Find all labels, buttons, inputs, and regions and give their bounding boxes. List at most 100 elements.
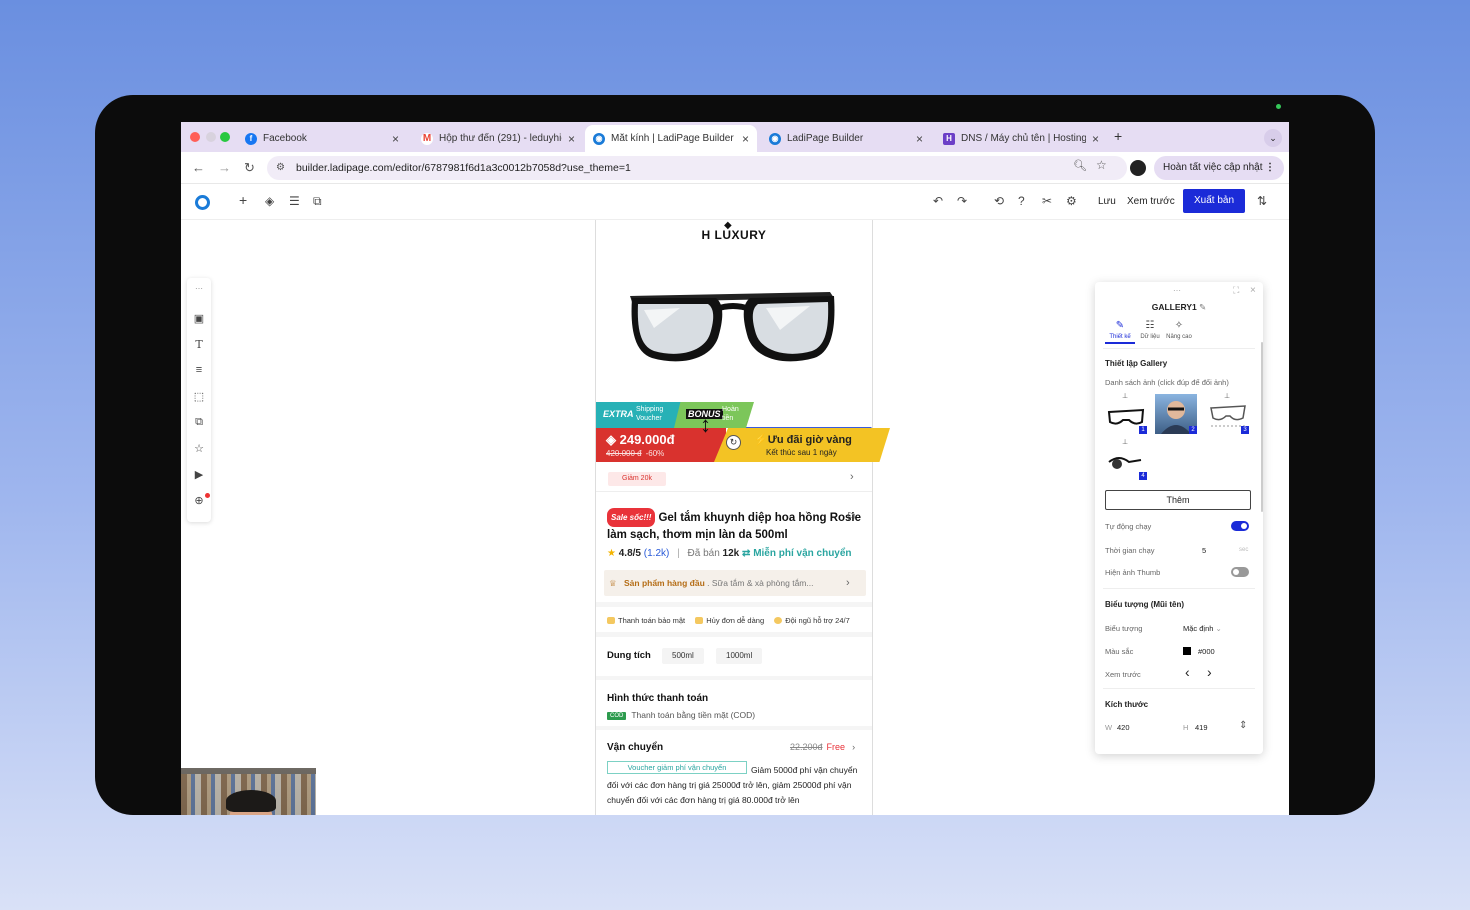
update-button[interactable]: Hoàn tất việc cập nhật ⋮	[1154, 156, 1284, 180]
extra-label: EXTRA	[603, 409, 634, 419]
height-input[interactable]: 419	[1195, 723, 1208, 732]
tab-title: Hộp thư đến (291) - leduyhie	[439, 133, 562, 144]
publish-button[interactable]: Xuất bản	[1183, 189, 1245, 213]
image-list-hint: Danh sách ảnh (click đúp để đổi ảnh)	[1105, 378, 1229, 387]
gallery-thumb[interactable]: 2	[1155, 394, 1197, 434]
close-tab-icon[interactable]: ×	[392, 132, 399, 146]
properties-panel: ⋯ ⛶ × GALLERY1 ✎ ✎ Thiết kế ☷ Dữ liệu ✧ Nân…	[1095, 282, 1263, 754]
size-section-title: Kích thước	[1105, 700, 1149, 709]
preview-button[interactable]: Xem trước	[1127, 196, 1175, 207]
bonus-sub: Hoàn tiền	[722, 406, 739, 422]
voucher-row[interactable]: Giảm 20k ›	[596, 466, 872, 492]
support-icon	[774, 617, 783, 624]
voucher-chip[interactable]: Giảm 20k	[608, 472, 666, 486]
history-icon[interactable]: ⟲	[994, 194, 1004, 208]
icon-select[interactable]: Mặc định ⌄	[1183, 624, 1222, 633]
tab-advanced[interactable]: ✧ Nâng cao	[1164, 320, 1194, 340]
undo-icon[interactable]: ↶	[933, 194, 943, 208]
close-icon[interactable]: ×	[1250, 285, 1256, 296]
drag-handle-icon[interactable]: ⋯	[1173, 286, 1181, 295]
help-icon[interactable]: ?	[1018, 194, 1025, 208]
layers-icon[interactable]: ◈	[265, 194, 274, 208]
volume-option[interactable]: 500ml	[662, 648, 704, 664]
forward-icon[interactable]: →	[218, 160, 231, 175]
drag-handle-icon[interactable]: ⋯	[187, 284, 211, 293]
thumb-toggle[interactable]	[1231, 567, 1249, 577]
tab-design[interactable]: ✎ Thiết kế	[1105, 320, 1135, 344]
tab-dns[interactable]: H DNS / Máy chủ tên | Hosting ×	[935, 125, 1107, 152]
profile-avatar[interactable]	[1130, 160, 1146, 176]
chevron-right-icon: ›	[850, 471, 854, 483]
settings-icon[interactable]: ⚙	[1066, 194, 1077, 208]
minimize-window-button[interactable]	[206, 132, 216, 142]
tab-search-icon[interactable]: ⌄	[1264, 129, 1282, 147]
volume-option[interactable]: 1000ml	[716, 648, 763, 664]
text-icon[interactable]: T	[187, 338, 211, 351]
price: ◈ 249.000đ	[606, 432, 675, 447]
gallery-thumb[interactable]: ⊥ 3	[1207, 393, 1249, 434]
expand-icon[interactable]: ⛶	[1233, 285, 1239, 296]
duration-input[interactable]: 5	[1202, 546, 1206, 555]
bookmark-star-icon[interactable]: ☆	[1096, 158, 1107, 172]
star-icon[interactable]: ☆	[187, 442, 211, 455]
tab-ladipage-editor[interactable]: ◉ Mắt kính | LadiPage Builder ×	[585, 125, 757, 152]
tab-facebook[interactable]: f Facebook ×	[237, 125, 407, 152]
close-tab-icon[interactable]: ×	[568, 132, 575, 146]
maximize-window-button[interactable]	[220, 132, 230, 142]
edit-icon[interactable]: ✎	[1199, 302, 1206, 312]
element-sidebar: ⋯ ▣ T ≡ ⬚ ⧉ ☆ ▶ ⊕	[187, 278, 211, 522]
back-icon[interactable]: ←	[192, 160, 205, 175]
tab-gmail[interactable]: M Hộp thư đến (291) - leduyhie ×	[413, 125, 583, 152]
video-icon[interactable]: ▶	[187, 468, 211, 481]
cancel-order-icon	[695, 617, 704, 624]
image-icon[interactable]: ▣	[187, 312, 211, 325]
close-tab-icon[interactable]: ×	[916, 132, 923, 146]
payment-method[interactable]: COD Thanh toán bằng tiền mặt (COD)	[607, 710, 755, 720]
close-window-button[interactable]	[190, 132, 200, 142]
divider	[596, 602, 872, 607]
resize-cursor-icon: ↕	[700, 412, 711, 437]
pages-icon[interactable]: ⧉	[313, 194, 322, 209]
sort-icon[interactable]: ⇅	[1257, 194, 1267, 208]
more-menu-icon[interactable]: ⋮	[1265, 156, 1275, 180]
editor-canvas[interactable]: ⋯ ▣ T ≡ ⬚ ⧉ ☆ ▶ ⊕ ◆ H LUXURY EXTRA Shipp…	[181, 220, 1289, 815]
rotate-handle-icon[interactable]: ↻	[726, 435, 741, 450]
mobile-page-preview[interactable]: ◆ H LUXURY EXTRA Shipping Voucher BONUS …	[595, 220, 890, 815]
autoplay-toggle[interactable]	[1231, 521, 1249, 531]
panel-scrollbar[interactable]	[1261, 342, 1263, 512]
tab-data[interactable]: ☷ Dữ liệu	[1135, 320, 1165, 340]
pin-icon: ⊥	[1122, 439, 1129, 446]
star-icon: ★	[607, 548, 616, 559]
tools-icon[interactable]: ✂	[1042, 194, 1052, 208]
new-tab-icon[interactable]: +	[1114, 128, 1122, 144]
site-info-icon[interactable]: ⚙	[276, 156, 285, 180]
feature-list: Thanh toán bảo mật Hủy đơn dễ dàng Đội n…	[607, 616, 858, 625]
top-product-row[interactable]: ♕ Sản phẩm hàng đầu . Sữa tắm & xà phòng…	[604, 570, 866, 596]
sections-icon[interactable]: ☰	[289, 194, 300, 208]
tab-ladipage-builder[interactable]: ◉ LadiPage Builder ×	[761, 125, 931, 152]
add-image-button[interactable]: Thêm	[1105, 490, 1251, 510]
width-input[interactable]: 420	[1117, 723, 1130, 732]
redo-icon[interactable]: ↷	[957, 194, 967, 208]
icon-label: Biểu tượng	[1105, 624, 1143, 633]
lock-ratio-icon[interactable]: ⇕	[1239, 720, 1247, 731]
gallery-thumb[interactable]: ⊥ 4	[1105, 439, 1147, 480]
button-icon[interactable]: ⬚	[187, 390, 211, 403]
shipping-price[interactable]: 22.200đ Free ›	[790, 742, 855, 752]
close-tab-icon[interactable]: ×	[1092, 132, 1099, 146]
color-swatch[interactable]	[1183, 647, 1191, 655]
ladipage-logo[interactable]	[195, 195, 210, 210]
feature-item: Hủy đơn dễ dàng	[706, 616, 765, 625]
color-value[interactable]: #000	[1198, 647, 1215, 656]
zoom-icon[interactable]: 🔍︎	[1073, 159, 1087, 172]
save-button[interactable]: Lưu	[1098, 196, 1116, 207]
url-field[interactable]: ⚙ builder.ladipage.com/editor/6787981f6d…	[267, 156, 1127, 180]
close-tab-icon[interactable]: ×	[742, 132, 749, 146]
add-element-icon[interactable]: +	[239, 192, 247, 208]
gallery-thumb[interactable]: ⊥ 1	[1105, 393, 1147, 434]
feature-item: Đội ngũ hỗ trợ 24/7	[785, 616, 850, 625]
bookmark-icon[interactable]: ⚐	[846, 510, 857, 524]
paragraph-icon[interactable]: ≡	[187, 364, 211, 376]
reload-icon[interactable]: ↻	[244, 160, 255, 176]
shape-icon[interactable]: ⧉	[187, 416, 211, 429]
